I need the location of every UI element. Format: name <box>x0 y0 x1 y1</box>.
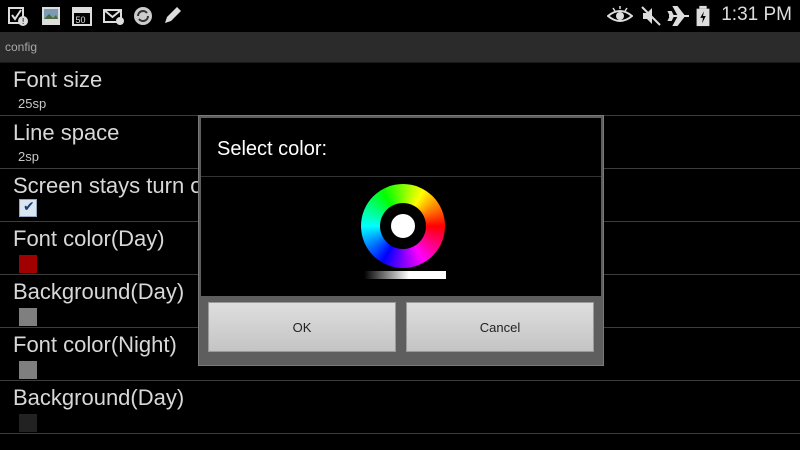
notification-icon: ! <box>8 7 28 26</box>
color-swatch <box>19 414 37 432</box>
airplane-icon <box>667 6 689 26</box>
pref-font-size[interactable]: Font size 25sp <box>0 63 800 116</box>
pen-icon <box>165 7 181 23</box>
pref-title: Background(Day) <box>13 385 185 410</box>
dialog-divider <box>201 176 601 177</box>
email-icon <box>103 9 124 25</box>
color-wheel[interactable] <box>361 184 445 268</box>
screen-on-checkbox[interactable]: ✔ <box>19 199 37 217</box>
pref-background-night[interactable]: Background(Day) <box>0 381 800 434</box>
select-color-dialog: Select color: OK Cancel <box>198 115 604 366</box>
battery-icon <box>696 5 710 27</box>
checkmark-icon: ✔ <box>23 199 35 215</box>
dialog-button-bar: OK Cancel <box>201 296 601 362</box>
app-title-bar: config <box>0 32 800 63</box>
svg-text:50: 50 <box>76 15 86 25</box>
status-time: 1:31 PM <box>721 4 792 25</box>
app-title: config <box>5 40 38 54</box>
pref-summary: 2sp <box>18 149 39 164</box>
status-bar: ! 50 1:31 PM <box>0 0 800 32</box>
pref-title: Background(Day) <box>13 279 185 304</box>
sync-icon <box>134 7 152 25</box>
color-swatch <box>19 308 37 326</box>
dialog-body: Select color: <box>201 118 601 296</box>
color-swatch <box>19 361 37 379</box>
eye-icon <box>607 6 633 22</box>
pref-summary: 25sp <box>18 96 47 111</box>
ok-button[interactable]: OK <box>208 302 396 352</box>
pref-title: Screen stays turn on <box>13 173 215 198</box>
mute-icon <box>641 6 661 26</box>
brightness-slider[interactable] <box>364 271 446 279</box>
cancel-button[interactable]: Cancel <box>406 302 594 352</box>
wheel-center <box>380 203 426 249</box>
selected-color-preview[interactable] <box>388 211 418 241</box>
color-swatch <box>19 255 37 273</box>
pref-title: Font size <box>13 67 103 92</box>
svg-text:!: ! <box>22 17 25 26</box>
pref-title: Font color(Night) <box>13 332 177 357</box>
pref-title: Font color(Day) <box>13 226 165 251</box>
pref-title: Line space <box>13 120 120 145</box>
gallery-icon <box>42 7 60 25</box>
dialog-title: Select color: <box>217 138 328 160</box>
calendar-icon: 50 <box>72 7 92 26</box>
